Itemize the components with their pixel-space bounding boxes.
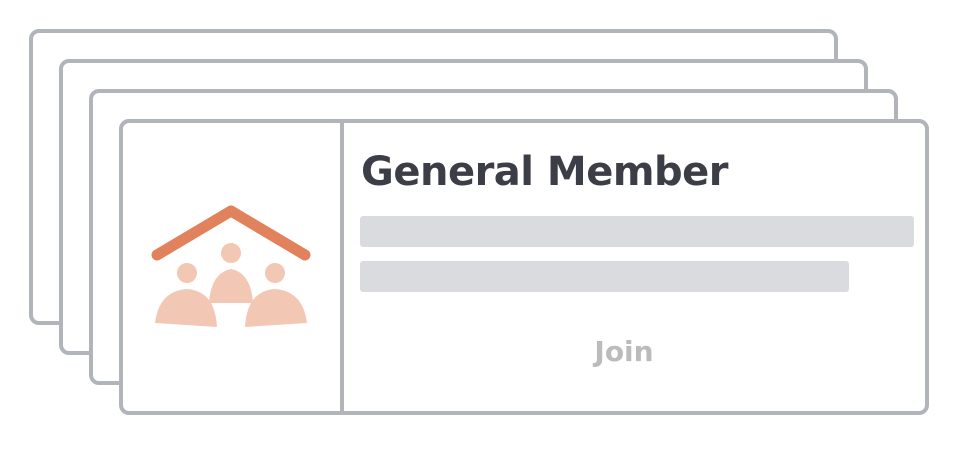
join-button[interactable]: Join xyxy=(544,329,704,373)
community-house-icon xyxy=(151,205,311,327)
placeholder-text-line xyxy=(360,216,914,247)
membership-card-stack: General Member Join xyxy=(0,0,960,449)
card-title: General Member xyxy=(361,149,729,195)
card-icon-panel xyxy=(123,123,344,411)
placeholder-text-line xyxy=(360,261,849,292)
membership-card: General Member Join xyxy=(119,119,929,415)
card-content: General Member Join xyxy=(344,123,925,411)
